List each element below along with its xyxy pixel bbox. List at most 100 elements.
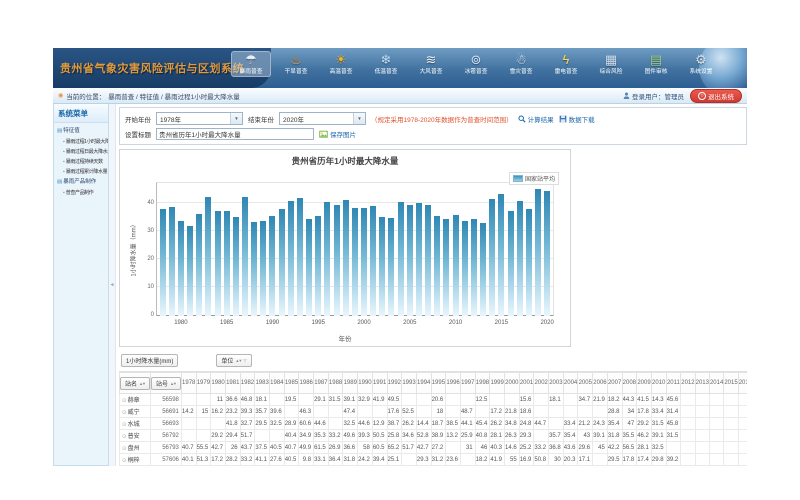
year-column-1998[interactable]: 1998 bbox=[475, 373, 490, 394]
value-cell: 15.6 bbox=[519, 394, 534, 406]
year-column-2009[interactable]: 2009 bbox=[637, 373, 652, 394]
nav-label: 雷电普查 bbox=[555, 68, 578, 76]
year-column-1997[interactable]: 1997 bbox=[460, 373, 475, 394]
year-column-2001[interactable]: 2001 bbox=[519, 373, 534, 394]
station-name[interactable]: ⊙赫章 bbox=[120, 394, 151, 406]
year-column-1987[interactable]: 1987 bbox=[314, 373, 329, 394]
year-column-2014[interactable]: 2014 bbox=[709, 373, 723, 394]
nav-item-settings[interactable]: ⚙系统设置 bbox=[681, 51, 721, 77]
logout-button[interactable]: ○ 退出系统 bbox=[690, 89, 742, 103]
bar-2019 bbox=[533, 182, 542, 316]
year-column-1981[interactable]: 1981 bbox=[225, 373, 240, 394]
nav-item-cold[interactable]: ❄低温普查 bbox=[366, 51, 406, 77]
year-column-1979[interactable]: 1979 bbox=[196, 373, 211, 394]
year-column-2015[interactable]: 2015 bbox=[724, 373, 738, 394]
unit-sort-chip[interactable]: 单位 ▲▼ ▽ bbox=[216, 354, 251, 367]
value-cell bbox=[724, 394, 738, 406]
sidebar-splitter[interactable]: ◄ bbox=[109, 104, 116, 466]
year-column-2007[interactable]: 2007 bbox=[607, 373, 622, 394]
tree-leaf[interactable]: ▪暴雨过程持续天数 bbox=[57, 157, 107, 167]
sort-id-chip[interactable]: 站号▲▼ bbox=[151, 377, 181, 390]
value-cell bbox=[681, 442, 695, 454]
value-cell: 23.6 bbox=[446, 454, 461, 466]
year-column-1994[interactable]: 1994 bbox=[416, 373, 431, 394]
year-column-1989[interactable]: 1989 bbox=[343, 373, 358, 394]
station-name[interactable]: ⊙威宁 bbox=[120, 406, 151, 418]
year-column-2010[interactable]: 2010 bbox=[651, 373, 666, 394]
year-column-1990[interactable]: 1990 bbox=[358, 373, 373, 394]
year-column-2016[interactable]: 2016 bbox=[738, 373, 747, 394]
nav-item-risk[interactable]: ▦综合风险 bbox=[591, 51, 631, 77]
year-column-1996[interactable]: 1996 bbox=[446, 373, 461, 394]
year-column-2013[interactable]: 2013 bbox=[695, 373, 709, 394]
station-name[interactable]: ⊙桐梓 bbox=[120, 454, 151, 466]
year-column-1985[interactable]: 1985 bbox=[284, 373, 299, 394]
tree-leaf[interactable]: ▪普查产品制作 bbox=[57, 188, 107, 198]
value-cell: 40.8 bbox=[475, 430, 490, 442]
nav-item-rainstorm[interactable]: ☂暴雨普查 bbox=[231, 51, 271, 77]
nav-item-wind[interactable]: ≋大风普查 bbox=[411, 51, 451, 77]
year-column-2008[interactable]: 2008 bbox=[622, 373, 637, 394]
year-column-2003[interactable]: 2003 bbox=[549, 373, 564, 394]
nav-item-drought[interactable]: ♨干旱普查 bbox=[276, 51, 316, 77]
year-column-2000[interactable]: 2000 bbox=[505, 373, 520, 394]
value-cell bbox=[460, 454, 475, 466]
end-year-select[interactable]: 2020年 ▼ bbox=[279, 112, 366, 125]
year-column-2006[interactable]: 2006 bbox=[593, 373, 608, 394]
value-cell: 55 bbox=[505, 454, 520, 466]
nav-item-snow[interactable]: ☃雪灾普查 bbox=[501, 51, 541, 77]
year-column-1991[interactable]: 1991 bbox=[372, 373, 387, 394]
value-cell bbox=[593, 406, 608, 418]
year-column-1980[interactable]: 1980 bbox=[211, 373, 226, 394]
year-column-1978[interactable]: 1978 bbox=[181, 373, 196, 394]
value-cell: 29.8 bbox=[651, 454, 666, 466]
tree-leaf[interactable]: ▪暴雨过程日最大降水量 bbox=[57, 147, 107, 157]
year-column-1992[interactable]: 1992 bbox=[387, 373, 402, 394]
chart-title-input[interactable] bbox=[156, 128, 314, 140]
bar-2005: 2005 bbox=[405, 182, 414, 316]
value-cell bbox=[181, 430, 196, 442]
save-image-button[interactable]: 保存图片 bbox=[319, 129, 356, 139]
year-column-1982[interactable]: 1982 bbox=[240, 373, 255, 394]
bar-1982 bbox=[195, 182, 204, 316]
year-column-2005[interactable]: 2005 bbox=[578, 373, 593, 394]
nav-item-hail[interactable]: ⊚冰雹普查 bbox=[456, 51, 496, 77]
year-column-2012[interactable]: 2012 bbox=[681, 373, 695, 394]
station-name[interactable]: ⊙普安 bbox=[120, 430, 151, 442]
nav-item-lightning[interactable]: ϟ雷电普查 bbox=[546, 51, 586, 77]
chart-legend[interactable]: 国家站平均 bbox=[509, 172, 559, 185]
year-column-2011[interactable]: 2011 bbox=[666, 373, 681, 394]
value-cell: 45 bbox=[593, 442, 608, 454]
year-column-1983[interactable]: 1983 bbox=[255, 373, 270, 394]
bar-1994 bbox=[305, 182, 314, 316]
year-column-1993[interactable]: 1993 bbox=[402, 373, 417, 394]
calc-result-button[interactable]: 计算结果 bbox=[518, 114, 554, 124]
tree-node[interactable]: ▤特征值 bbox=[57, 126, 107, 137]
value-cell bbox=[695, 418, 709, 430]
value-cell bbox=[270, 430, 285, 442]
year-column-1984[interactable]: 1984 bbox=[270, 373, 285, 394]
sort-name-chip[interactable]: 站名▲▼ bbox=[120, 377, 150, 390]
bar-1993 bbox=[295, 182, 304, 316]
table-clip: 站名▲▼站号▲▼19781979198019811982198319841985… bbox=[119, 371, 747, 466]
y-tick-label: 0 bbox=[140, 312, 154, 318]
nav-item-heat[interactable]: ☀高温普查 bbox=[321, 51, 361, 77]
value-cell: 18.1 bbox=[255, 394, 270, 406]
start-year-select[interactable]: 1978年 ▼ bbox=[156, 112, 243, 125]
year-column-2004[interactable]: 2004 bbox=[563, 373, 578, 394]
nav-item-map-review[interactable]: ▤图件审核 bbox=[636, 51, 676, 77]
value-type-chip[interactable]: 1小时降水量(mm) bbox=[121, 354, 178, 367]
year-column-1995[interactable]: 1995 bbox=[431, 373, 446, 394]
year-column-2002[interactable]: 2002 bbox=[534, 373, 549, 394]
tree-leaf[interactable]: ▪暴雨过程1小时最大降水量 bbox=[57, 137, 107, 147]
data-download-button[interactable]: 数据下载 bbox=[559, 114, 595, 124]
year-column-1986[interactable]: 1986 bbox=[299, 373, 314, 394]
tree-node[interactable]: ▤暴雨产品制作 bbox=[57, 177, 107, 188]
power-icon: ○ bbox=[698, 92, 706, 100]
year-column-1988[interactable]: 1988 bbox=[328, 373, 343, 394]
station-name[interactable]: ⊙盘州 bbox=[120, 442, 151, 454]
nav-label: 综合风险 bbox=[600, 68, 623, 76]
year-column-1999[interactable]: 1999 bbox=[490, 373, 505, 394]
station-name[interactable]: ⊙水城 bbox=[120, 418, 151, 430]
tree-leaf[interactable]: ▪暴雨过程累计降水量 bbox=[57, 167, 107, 177]
